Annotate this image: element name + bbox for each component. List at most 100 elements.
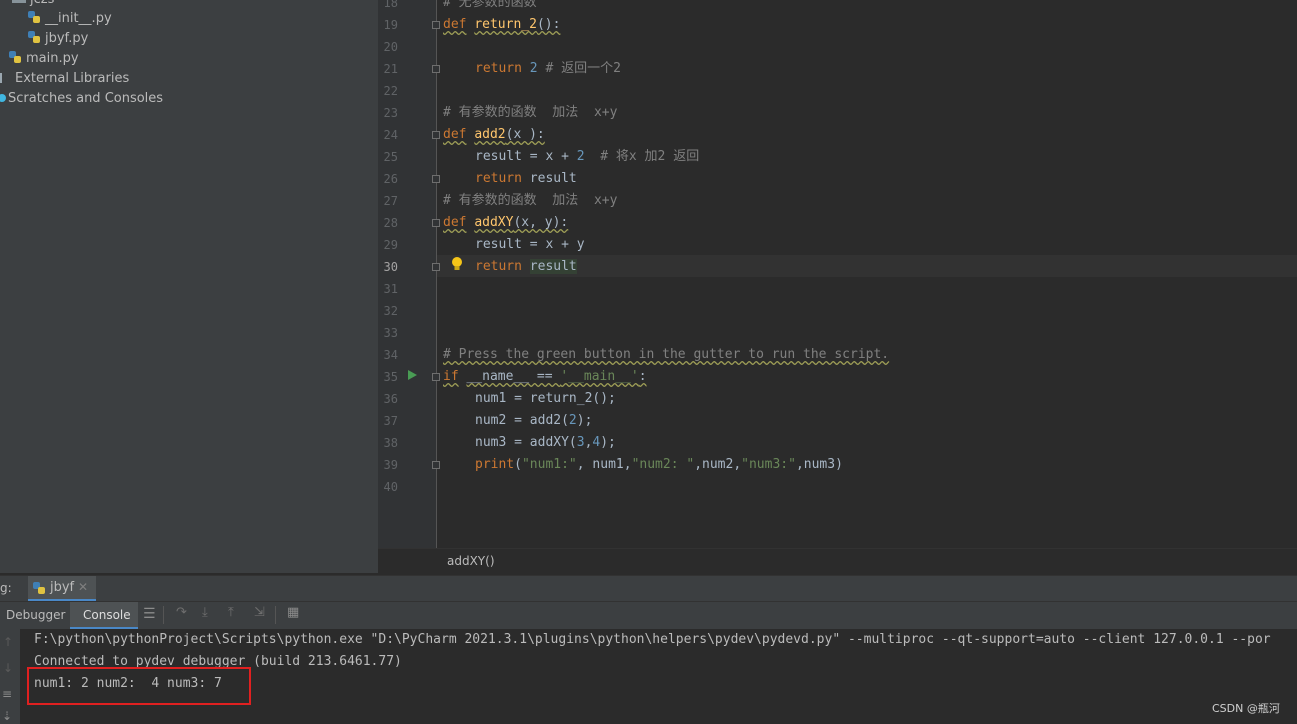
code-line-26: return result [475,168,577,190]
console-line-command: F:\python\pythonProject\Scripts\python.e… [34,632,1271,647]
line-number: 32 [383,304,398,318]
code-text: ,num2, [694,457,742,472]
code-text: result [529,171,577,186]
code-text-highlighted: result [529,259,577,274]
python-file-icon [28,11,40,23]
toolbar-divider [275,606,276,624]
number-literal: 3 [576,435,585,450]
keyword: return [475,171,522,186]
code-line-23: # 有参数的函数 加法 x+y [443,105,618,120]
scratches-icon [0,94,6,102]
comment: # 返回一个2 [545,61,621,76]
fold-marker[interactable] [432,373,440,381]
breadcrumb: addXY() [378,548,1297,574]
fold-marker[interactable] [432,461,440,469]
line-number: 31 [383,282,398,296]
code-text: , num1, [576,457,632,472]
close-icon[interactable]: ✕ [78,580,88,594]
debug-session-tab[interactable]: jbyf ✕ [28,576,96,601]
line-number: 28 [383,216,398,230]
code-text: ); [576,413,593,428]
evaluate-expression-icon[interactable]: ▦ [287,605,299,620]
project-tree-panel: jczs __init__.py jbyf.py main.py Externa… [0,0,378,573]
fold-marker[interactable] [432,21,440,29]
tab-console-label: Console [83,608,131,622]
line-number: 26 [383,172,398,186]
code-line-36: num1 = return_2(); [475,391,616,406]
debug-title: g: [0,581,12,595]
line-number: 20 [383,40,398,54]
keyword: def [443,127,467,142]
python-file-icon [9,51,21,63]
string-literal: "num2: " [631,457,695,472]
builtin-function: print [475,457,515,472]
tree-item-scratches[interactable]: Scratches and Consoles [0,89,163,109]
code-line-21: return 2 # 返回一个2 [475,58,621,80]
debug-tabs-bar: Debugger Console ☰ ↷ ⤓ ⤒ ⇲ ▦ [0,601,1297,629]
soft-wrap-icon[interactable]: ≡ [2,687,12,701]
line-number: 24 [383,128,398,142]
keyword: return [475,259,522,274]
code-line-30: return result [475,256,577,278]
line-number: 40 [383,480,398,494]
line-number: 19 [383,18,398,32]
debug-session-label: jbyf [50,580,75,595]
fold-marker[interactable] [432,219,440,227]
tree-item-external-libraries[interactable]: External Libraries [0,69,129,89]
code-text: (x, y): [513,215,569,230]
step-into-icon[interactable]: ⤓ [202,605,208,620]
lightbulb-icon[interactable] [451,256,463,272]
code-text: (x ): [505,127,545,142]
keyword: return [475,61,522,76]
keyword: def [443,215,467,230]
scroll-down-icon[interactable]: ↓ [3,661,13,675]
string-literal: "num1:" [521,457,577,472]
line-number: 35 [383,370,398,384]
tab-console[interactable]: Console [70,602,138,629]
string-literal: '__main__' [560,369,639,384]
fold-marker[interactable] [432,263,440,271]
line-number: 18 [383,0,398,10]
number-literal: 2 [568,413,577,428]
code-line-38: num3 = addXY(3,4); [475,432,616,454]
code-line-27: # 有参数的函数 加法 x+y [443,193,618,208]
menu-icon[interactable]: ☰ [143,606,156,622]
number-literal: 2 [576,149,585,164]
scroll-to-end-icon[interactable]: ⇣ [2,709,12,723]
run-gutter-icon[interactable] [408,370,417,380]
code-text: __name__ == [466,369,561,384]
line-number: 21 [383,62,398,76]
fold-marker[interactable] [432,131,440,139]
fold-marker[interactable] [432,175,440,183]
run-to-cursor-icon[interactable]: ⇲ [254,605,265,620]
line-number: 33 [383,326,398,340]
step-over-icon[interactable]: ↷ [176,605,187,620]
code-text: : [638,369,647,384]
code-text: num3 = addXY( [475,435,577,450]
code-line-39: print("num1:", num1,"num2: ",num2,"num3:… [475,454,843,476]
code-text: (): [536,17,561,32]
function-name: add2 [474,127,506,142]
line-number: 23 [383,106,398,120]
tab-debugger[interactable]: Debugger [6,608,65,622]
code-line-35: if __name__ == '__main__': [443,366,647,388]
highlight-annotation-box [27,667,251,705]
code-line-19: def return_2(): [443,14,560,36]
breadcrumb-item[interactable]: addXY() [447,554,495,568]
console-toolbar: ↑ ↓ ≡ ⇣ [0,629,20,724]
string-literal: "num3:" [741,457,796,472]
line-number: 22 [383,84,398,98]
step-out-icon[interactable]: ⤒ [228,605,234,620]
debug-tool-window-header: g: jbyf ✕ [0,575,1297,601]
code-line-29: result = x + y [475,237,585,252]
scroll-up-icon[interactable]: ↑ [3,635,13,649]
line-number: 25 [383,150,398,164]
number-literal: 2 [529,61,538,76]
fold-marker[interactable] [432,65,440,73]
line-number: 27 [383,194,398,208]
tree-item-jbyf-py[interactable]: jbyf.py [27,29,88,49]
tree-item-main-py[interactable]: main.py [8,49,79,69]
code-text: ( [514,457,522,472]
line-number-current: 30 [383,260,398,274]
tree-item-init-py[interactable]: __init__.py [27,9,112,29]
